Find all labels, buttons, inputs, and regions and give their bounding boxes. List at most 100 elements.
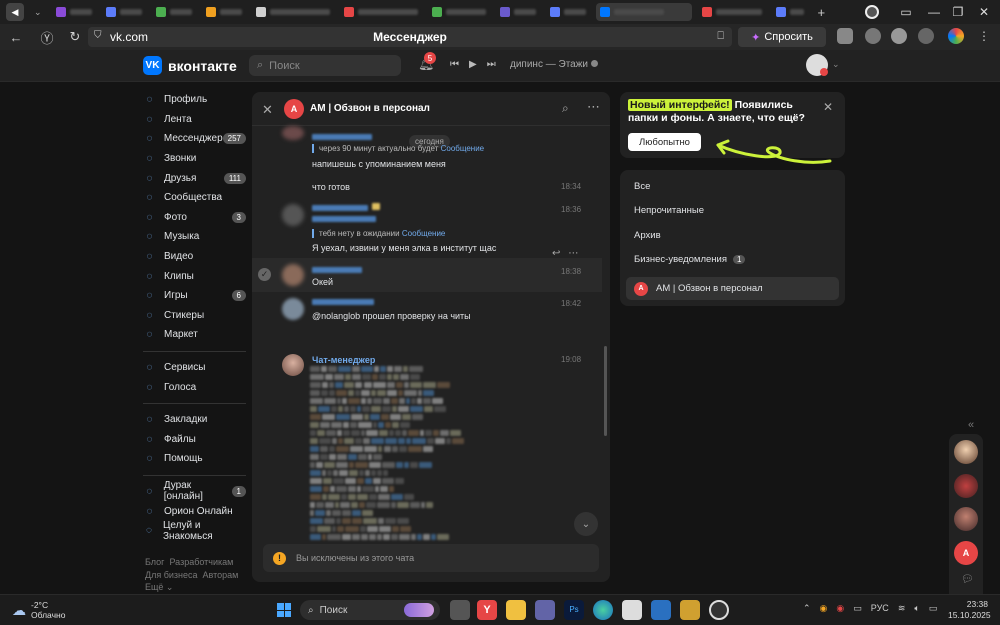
photoshop-icon[interactable]: Ps [564, 600, 584, 620]
back-button[interactable]: ← [5, 26, 27, 48]
browser-tab[interactable] [202, 3, 246, 21]
search-icon[interactable]: ⌕ [562, 101, 569, 116]
scrollbar[interactable] [604, 346, 607, 436]
media-extension-icon[interactable] [891, 28, 907, 44]
close-icon[interactable]: ✕ [262, 102, 273, 118]
sidebar-item[interactable]: ◌ Дурак [онлайн] 1 [143, 480, 246, 502]
url-field[interactable]: ⛉ vk.com Мессенджер ⎕ [88, 27, 732, 47]
chat-manager-avatar[interactable] [282, 354, 304, 376]
sidebar-item[interactable]: ◌ Закладки [143, 410, 246, 430]
browser-tab[interactable] [52, 3, 96, 21]
browser-tab[interactable] [152, 3, 196, 21]
footer-link-business[interactable]: Для бизнеса [145, 570, 198, 580]
recent-chat-avatar[interactable] [954, 440, 978, 464]
browser-menu-button[interactable]: ◀ [6, 3, 24, 21]
recent-chat-avatar[interactable]: A [954, 541, 978, 565]
sidebar-item[interactable]: ◌ Сообщества [143, 188, 246, 208]
tray-app-icon[interactable]: ◉ [836, 603, 844, 614]
folder-unread[interactable]: Непрочитанные [626, 199, 839, 222]
folder-archive[interactable]: Архив [626, 224, 839, 247]
sidebar-item[interactable]: ◌ Голоса [143, 377, 246, 397]
browser-tab[interactable] [340, 3, 422, 21]
footer-link-authors[interactable]: Авторам [203, 570, 239, 580]
reply-link[interactable]: Сообщение [441, 144, 485, 153]
volume-icon[interactable]: 🔈︎ [914, 603, 919, 614]
tray-chevron-icon[interactable]: ⌃ [803, 603, 811, 614]
recent-chat-avatar[interactable] [954, 507, 978, 531]
sidebar-item[interactable]: ◌ Музыка [143, 227, 246, 247]
sidebar-item[interactable]: ◌ Профиль [143, 90, 246, 110]
sidebar-item[interactable]: ◌ Сервисы [143, 358, 246, 378]
folder-business[interactable]: Бизнес-уведомления 1 [626, 248, 839, 271]
chat-title[interactable]: AM | Обзвон в персонал [310, 103, 430, 114]
sidebar-item[interactable]: ◌ Друзья 111 [143, 168, 246, 188]
sidebar-item[interactable]: ◌ Игры 6 [143, 286, 246, 306]
chat-avatar[interactable]: A [284, 99, 304, 119]
folder-all[interactable]: Все [626, 175, 839, 198]
footer-link-more[interactable]: Ещё ⌄ [145, 582, 173, 592]
message-avatar[interactable] [282, 126, 304, 140]
folder-chat-selected[interactable]: A AM | Обзвон в персонал [626, 277, 839, 300]
sidebar-item[interactable]: ◌ Клипы [143, 266, 246, 286]
sidebar-item[interactable]: ◌ Фото 3 [143, 208, 246, 228]
reply-quote[interactable]: через 90 минут актуально будет Сообщение [312, 144, 484, 153]
previous-track-icon[interactable]: ⏮ [450, 59, 459, 70]
menu-icon[interactable]: ⋮ [976, 28, 992, 44]
message-author[interactable]: Чат-менеджер [312, 355, 375, 365]
translate-extension-icon[interactable] [918, 28, 934, 44]
current-track[interactable]: дипинс — Этажи [510, 59, 598, 70]
weather-widget[interactable]: ☁ -2°C Облачно [12, 600, 65, 620]
sidebar-item[interactable]: ◌ Орион Онлайн [143, 501, 246, 521]
reload-button[interactable]: ↻ [64, 26, 86, 48]
sidebar-item[interactable]: ◌ Стикеры [143, 306, 246, 326]
browser-tab[interactable] [546, 3, 590, 21]
sidebar-item[interactable]: ◌ Файлы [143, 430, 246, 450]
ask-button[interactable]: ✦ Спросить [738, 27, 826, 47]
edge-icon[interactable] [593, 600, 613, 620]
footer-link-developers[interactable]: Разработчикам [169, 557, 233, 567]
profile-icon[interactable] [858, 0, 886, 24]
reply-quote[interactable]: тебя нету в ожидании Сообщение [312, 229, 445, 238]
more-icon[interactable]: ⋯ [587, 99, 600, 115]
curious-button[interactable]: Любопытно [628, 133, 701, 151]
yandex-browser-icon[interactable]: Y [477, 600, 497, 620]
vk-logo[interactable]: VK вконтакте [143, 56, 237, 75]
message-avatar[interactable] [282, 298, 304, 320]
sidebar-item[interactable]: ◌ Видео [143, 247, 246, 267]
browser-tab[interactable] [698, 3, 766, 21]
bookmark-icon[interactable]: ⎕ [717, 30, 724, 43]
defender-icon[interactable] [651, 600, 671, 620]
sidebar-item[interactable]: ◌ Мессенджер 257 [143, 129, 246, 149]
tab-list-chevron-icon[interactable]: ⌄ [30, 3, 46, 21]
chevron-down-icon[interactable]: ⌄ [832, 59, 840, 70]
play-icon[interactable]: ▶ [469, 59, 477, 70]
close-window-icon[interactable]: ✕ [970, 0, 998, 24]
chat-bubble-icon[interactable]: 💬︎ [961, 574, 974, 585]
taskbar-search[interactable]: ⌕ Поиск [300, 600, 440, 620]
next-track-icon[interactable]: ⏭ [487, 59, 496, 70]
windows-start-icon[interactable] [274, 600, 294, 620]
sidebar-item[interactable]: ◌ Маркет [143, 325, 246, 345]
browser-tab[interactable] [428, 3, 490, 21]
reply-link[interactable]: Сообщение [402, 229, 446, 238]
obs-icon[interactable] [709, 600, 729, 620]
new-tab-button[interactable]: + [814, 3, 830, 21]
store-icon[interactable] [622, 600, 642, 620]
tray-app-icon[interactable]: ◉ [820, 603, 828, 614]
scroll-down-button[interactable]: ⌄ [574, 512, 598, 536]
selected-message[interactable] [252, 258, 602, 292]
game-app-icon[interactable] [680, 600, 700, 620]
color-extension-icon[interactable] [948, 28, 964, 44]
footer-link-blog[interactable]: Блог [145, 557, 164, 567]
check-icon[interactable]: ✓ [258, 268, 271, 281]
close-icon[interactable]: ✕ [823, 100, 833, 114]
sidebar-item[interactable]: ◌ Лента [143, 110, 246, 130]
search-input[interactable]: ⌕ Поиск [249, 55, 401, 76]
tray-app-icon[interactable]: ▭ [853, 603, 862, 614]
browser-tab-active[interactable] [595, 3, 692, 21]
wifi-icon[interactable]: ≋ [898, 603, 906, 614]
yandex-id-icon[interactable]: Ⓨ [36, 26, 58, 48]
task-view-icon[interactable] [450, 600, 470, 620]
browser-tab[interactable] [252, 3, 334, 21]
recent-chat-avatar[interactable] [954, 474, 978, 498]
